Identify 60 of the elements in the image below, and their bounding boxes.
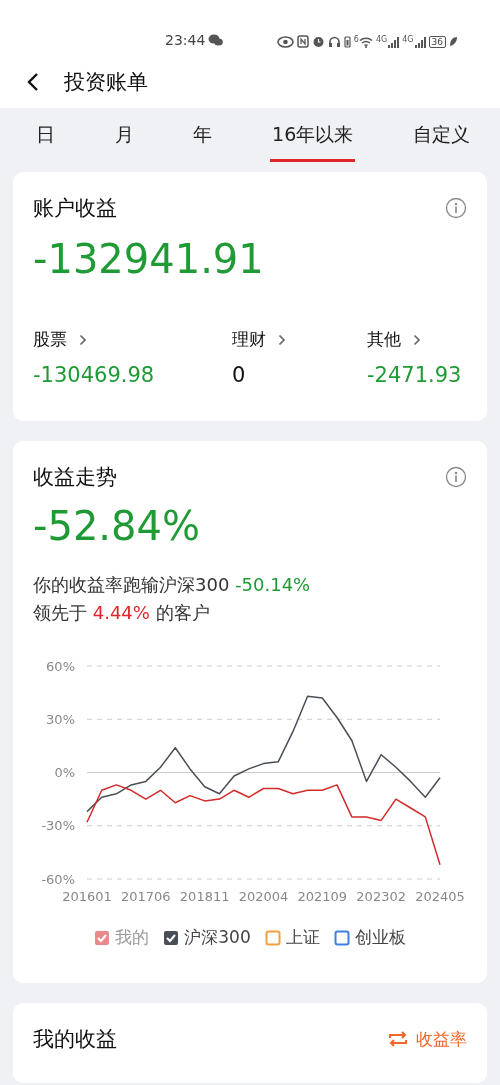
- signal-icon: [387, 35, 400, 48]
- y-axis-label: 60%: [46, 658, 75, 674]
- total-amount: -132941.91: [33, 236, 265, 282]
- tab[interactable]: 年: [191, 114, 215, 162]
- y-axis-label: -60%: [41, 871, 75, 887]
- checkbox[interactable]: [94, 929, 111, 946]
- tab[interactable]: 16年以来: [270, 114, 356, 162]
- info-icon[interactable]: [445, 197, 467, 219]
- x-axis-label: 202302: [356, 889, 406, 904]
- back-icon[interactable]: [26, 72, 40, 92]
- category-link[interactable]: 理财: [232, 328, 286, 351]
- card-title: 我的收益: [33, 1026, 117, 1053]
- y-axis-label: 0%: [54, 765, 75, 780]
- tab[interactable]: 日: [34, 114, 57, 162]
- chevron-icon: [278, 333, 286, 346]
- x-axis-label: 201601: [62, 889, 112, 904]
- wifi-label: 6: [353, 35, 359, 44]
- return-rate: -52.84%: [33, 503, 201, 549]
- headphones-icon: [327, 35, 341, 48]
- info-icon[interactable]: [445, 466, 467, 488]
- comparison-text: 你的收益率跑输沪深300 -50.14%: [33, 573, 311, 597]
- y-axis-label: 30%: [46, 711, 75, 727]
- x-axis-label: 202405: [415, 889, 465, 904]
- card-title: 收益走势: [33, 464, 117, 491]
- x-axis-label: 202004: [238, 889, 289, 904]
- comparison-text: 领先于 4.44% 的客户: [33, 601, 210, 625]
- chevron-icon: [79, 333, 87, 346]
- alarm-icon: [311, 35, 325, 48]
- checkbox[interactable]: [333, 929, 350, 946]
- category-amount: -2471.93: [367, 363, 462, 387]
- x-axis-label: 201811: [179, 889, 230, 904]
- legend-item[interactable]: 上证: [264, 926, 320, 949]
- battery-small-icon: [343, 35, 351, 48]
- legend-item[interactable]: 沪深300: [163, 926, 251, 949]
- nfc-icon: [296, 35, 309, 48]
- network-label: 4G: [402, 35, 414, 44]
- category-amount: -130469.98: [33, 363, 156, 387]
- category-link[interactable]: 股票: [33, 328, 87, 351]
- x-axis-label: 201706: [121, 889, 171, 904]
- checkbox[interactable]: [163, 929, 180, 946]
- tab[interactable]: 自定义: [411, 114, 472, 162]
- chevron-icon: [413, 333, 421, 346]
- network-label: 4G: [375, 35, 388, 44]
- checkbox[interactable]: [264, 929, 281, 946]
- category-link[interactable]: 其他: [367, 328, 421, 351]
- wifi-icon: [358, 35, 373, 48]
- chat-bubbles-icon: [208, 34, 224, 46]
- signal-icon: [413, 35, 426, 48]
- x-axis-label: 202109: [297, 889, 348, 904]
- clock-time: 23:44: [165, 32, 206, 48]
- page-title: 投资账单: [64, 69, 148, 96]
- leaf-icon: [449, 36, 458, 47]
- eye-icon: [276, 35, 294, 48]
- tab[interactable]: 月: [112, 114, 136, 162]
- y-axis-label: -30%: [41, 818, 75, 834]
- card-title: 账户收益: [33, 195, 117, 222]
- legend-item[interactable]: 创业板: [333, 926, 406, 949]
- category-amount: 0: [232, 363, 247, 387]
- battery-level: 36: [428, 35, 446, 48]
- swap-icon: [388, 1030, 408, 1048]
